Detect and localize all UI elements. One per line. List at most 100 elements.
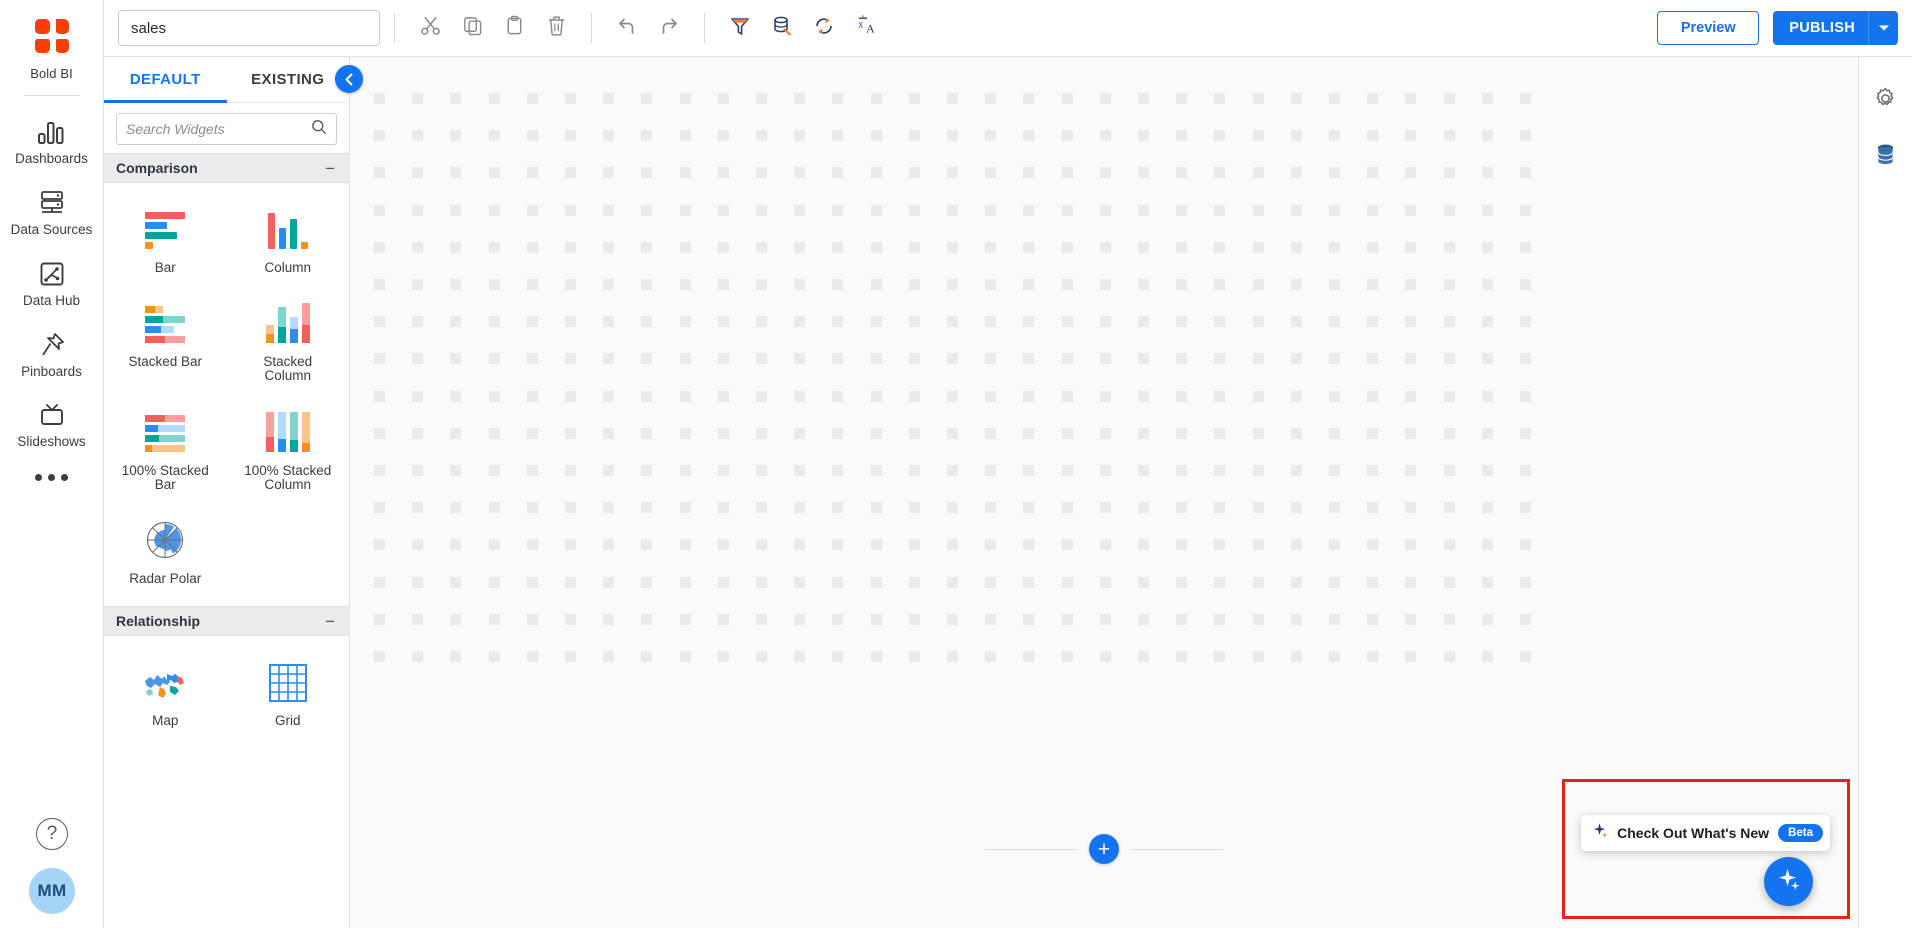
widget-stacked-column[interactable]: Stacked Column <box>227 289 350 397</box>
database-icon[interactable] <box>1871 139 1901 169</box>
widget-map[interactable]: Map <box>104 648 227 742</box>
boldbi-logo-icon[interactable] <box>24 8 80 64</box>
grid-dot <box>1214 353 1225 364</box>
data-hub-icon <box>39 259 65 287</box>
preview-button[interactable]: Preview <box>1657 11 1759 45</box>
collapse-minus-icon[interactable]: − <box>325 160 335 177</box>
grid-dot <box>1367 614 1378 625</box>
grid-dot <box>603 651 614 662</box>
grid-dot <box>1405 465 1416 476</box>
grid-dot <box>527 167 538 178</box>
grid-dot <box>718 205 729 216</box>
grid-dot <box>1405 577 1416 588</box>
grid-dot <box>1138 539 1149 550</box>
search-input[interactable] <box>126 121 311 137</box>
grid-dot <box>985 577 996 588</box>
copy-button[interactable] <box>451 7 493 49</box>
grid-dot <box>1520 391 1531 402</box>
undo-icon <box>616 15 638 42</box>
grid-dot <box>1482 502 1493 513</box>
help-icon[interactable]: ? <box>36 818 68 850</box>
data-link-button[interactable] <box>761 7 803 49</box>
collapse-minus-icon[interactable]: − <box>325 613 335 630</box>
grid-dot <box>985 316 996 327</box>
grid-dot <box>1100 316 1111 327</box>
group-header-relationship[interactable]: Relationship − <box>104 606 349 636</box>
grid-dot <box>603 614 614 625</box>
grid-dot <box>832 465 843 476</box>
grid-dot <box>947 539 958 550</box>
cut-button[interactable] <box>409 7 451 49</box>
sidebar-item-slideshows[interactable]: Slideshows <box>0 389 104 460</box>
tab-default[interactable]: DEFAULT <box>104 57 227 102</box>
whats-new-fab-button[interactable] <box>1764 857 1813 906</box>
widget-100-stacked-column[interactable]: 100% Stacked Column <box>227 398 350 506</box>
grid-dot <box>1062 167 1073 178</box>
widget-list[interactable]: Comparison − <box>104 153 349 928</box>
settings-gear-icon[interactable] <box>1871 83 1901 113</box>
widget-grid[interactable]: Grid <box>227 648 350 742</box>
whats-new-tooltip[interactable]: Check Out What's New Beta <box>1581 815 1830 851</box>
widget-search-box[interactable] <box>116 113 337 145</box>
grid-dot <box>641 502 652 513</box>
sidebar-item-dashboards[interactable]: Dashboards <box>0 106 104 177</box>
paste-button[interactable] <box>493 7 535 49</box>
grid-dot <box>565 651 576 662</box>
grid-dot <box>1520 465 1531 476</box>
grid-dot <box>1138 577 1149 588</box>
group-header-comparison[interactable]: Comparison − <box>104 153 349 183</box>
grid-dot <box>871 614 882 625</box>
grid-dot <box>1291 614 1302 625</box>
grid-dot <box>1482 279 1493 290</box>
grid-dot <box>374 539 385 550</box>
grid-dot <box>794 391 805 402</box>
refresh-button[interactable] <box>803 7 845 49</box>
grid-dot <box>1520 205 1531 216</box>
search-icon[interactable] <box>311 119 327 140</box>
sidebar-item-data-sources[interactable]: Data Sources <box>0 177 104 248</box>
grid-dot <box>641 465 652 476</box>
grid-dot <box>1482 465 1493 476</box>
grid-dot <box>1138 279 1149 290</box>
localization-button[interactable]: x A <box>845 7 887 49</box>
add-widget-row-button[interactable]: + <box>1089 834 1119 864</box>
grid-dot <box>603 242 614 253</box>
toolbar-divider <box>394 13 395 43</box>
grid-dot <box>871 539 882 550</box>
widget-100-stacked-bar[interactable]: 100% Stacked Bar <box>104 398 227 506</box>
filter-button[interactable] <box>719 7 761 49</box>
grid-dot <box>756 391 767 402</box>
dashboard-name-input[interactable] <box>118 10 380 46</box>
sidebar-more-button[interactable] <box>35 474 68 481</box>
redo-button[interactable] <box>648 7 690 49</box>
grid-dot <box>947 353 958 364</box>
grid-dot <box>565 242 576 253</box>
tab-existing[interactable]: EXISTING <box>227 57 350 102</box>
delete-button[interactable] <box>535 7 577 49</box>
grid-dot <box>1367 167 1378 178</box>
sidebar-item-data-hub[interactable]: Data Hub <box>0 248 104 319</box>
widget-column[interactable]: Column <box>227 195 350 289</box>
undo-button[interactable] <box>606 7 648 49</box>
widget-stacked-bar[interactable]: Stacked Bar <box>104 289 227 397</box>
grid-dot <box>1405 130 1416 141</box>
grid-dot <box>1062 279 1073 290</box>
grid-dot <box>985 428 996 439</box>
grid-dot <box>489 130 500 141</box>
grid-dot <box>1062 577 1073 588</box>
grid-dot <box>565 316 576 327</box>
grid-dot <box>718 242 729 253</box>
publish-button[interactable]: PUBLISH <box>1773 11 1898 45</box>
collapse-panel-button[interactable] <box>335 65 363 93</box>
chevron-down-icon[interactable] <box>1868 11 1898 45</box>
grid-dot <box>1023 353 1034 364</box>
user-avatar[interactable]: MM <box>29 868 75 914</box>
grid-dot <box>374 316 385 327</box>
sidebar-item-pinboards[interactable]: Pinboards <box>0 319 104 390</box>
dashboard-canvas[interactable]: + Check Out What's New Beta <box>350 57 1858 928</box>
widget-radar-polar[interactable]: Radar Polar <box>104 506 227 600</box>
widget-bar[interactable]: Bar <box>104 195 227 289</box>
grid-dot <box>527 130 538 141</box>
grid-dot <box>527 502 538 513</box>
grid-dot <box>1023 205 1034 216</box>
